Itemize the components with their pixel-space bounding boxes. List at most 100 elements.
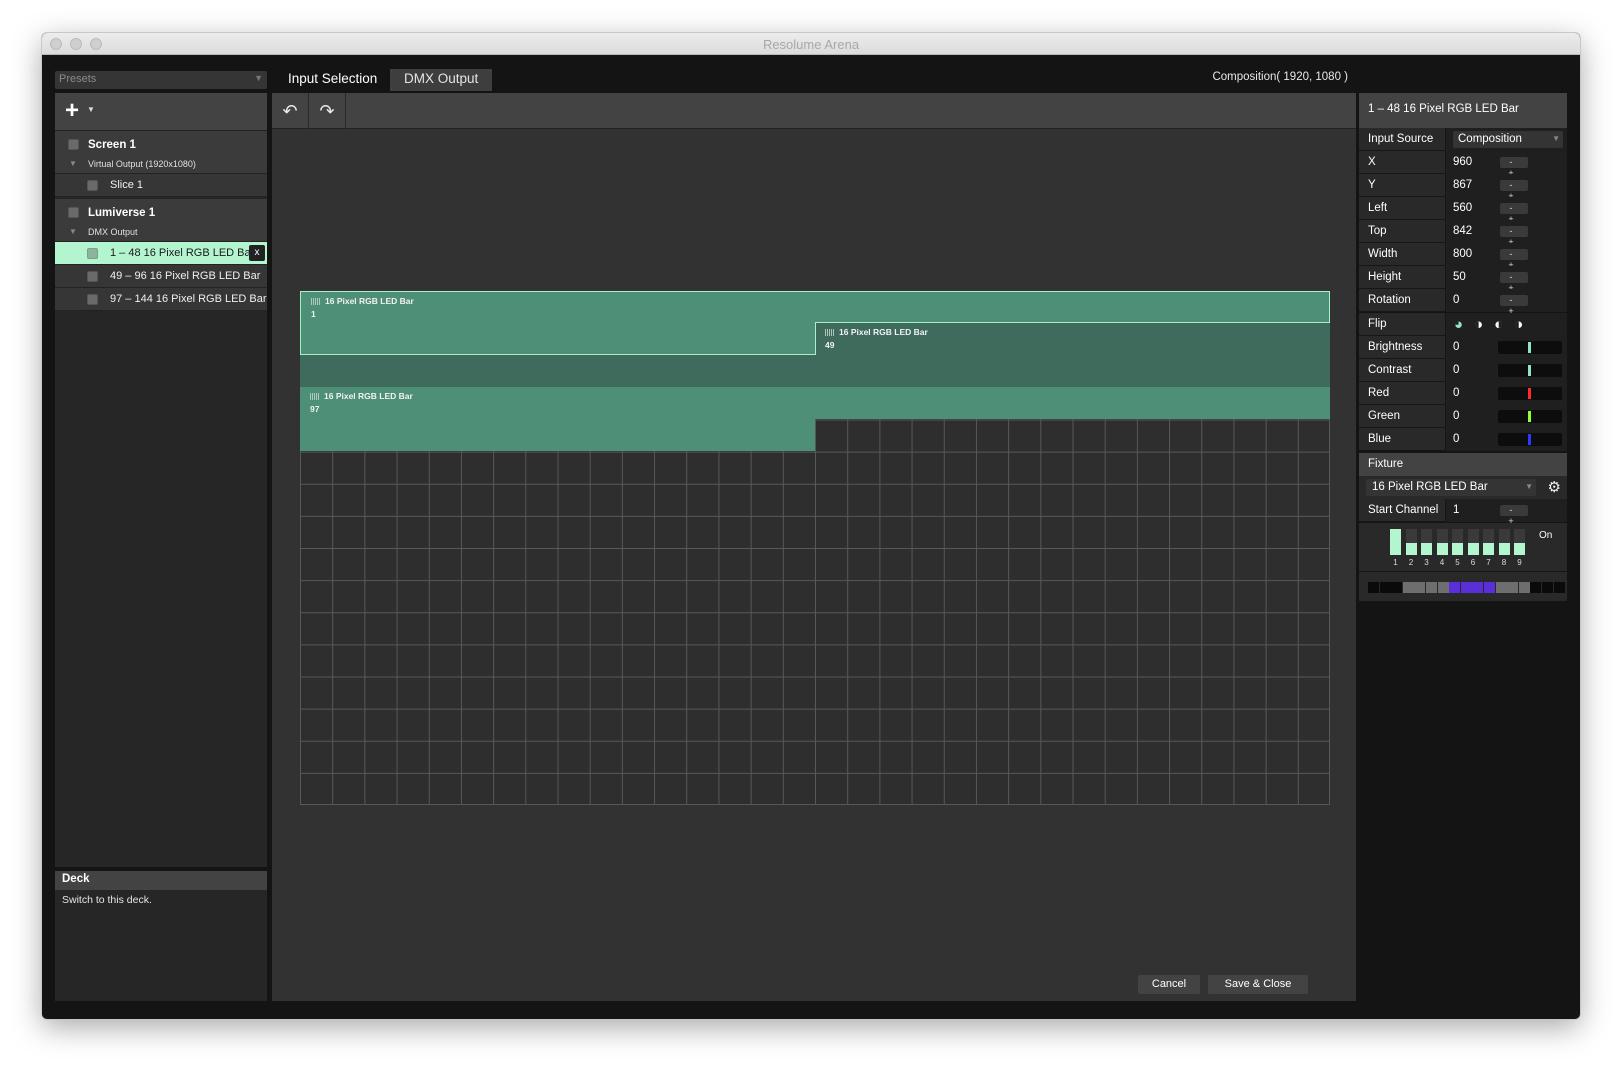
- undo-icon[interactable]: ↶: [272, 93, 309, 129]
- fixture-block-start: 49: [825, 340, 835, 350]
- adjust-value[interactable]: 0: [1453, 341, 1459, 353]
- selected-fixture-title: 1 – 48 16 Pixel RGB LED Bar: [1359, 93, 1567, 128]
- tab-dmx-output[interactable]: DMX Output: [390, 69, 493, 91]
- dmx-channel-bar[interactable]: [1452, 543, 1463, 555]
- adjust-value[interactable]: 0: [1453, 364, 1459, 376]
- param-stepper[interactable]: - +: [1500, 226, 1528, 247]
- dmx-channel-bar[interactable]: [1436, 543, 1448, 555]
- adjust-cell: 0: [1445, 428, 1567, 451]
- param-value[interactable]: 842: [1453, 225, 1472, 237]
- start-channel-row: Start Channel 1 - +: [1359, 499, 1567, 526]
- dmx-channel-bar[interactable]: [1421, 543, 1432, 555]
- start-channel-value[interactable]: 1: [1453, 504, 1459, 516]
- screen-checkbox[interactable]: [68, 139, 79, 150]
- adjust-row-contrast: Contrast 0: [1359, 359, 1567, 382]
- slider-thumb[interactable]: [1528, 388, 1531, 399]
- slice-checkbox[interactable]: [87, 180, 98, 191]
- dmx-channel-bar[interactable]: [1483, 543, 1494, 555]
- slider-thumb[interactable]: [1528, 342, 1531, 353]
- tree-item-fixture-2[interactable]: 49 – 96 16 Pixel RGB LED Bar: [55, 265, 267, 288]
- param-stepper[interactable]: - +: [1500, 295, 1528, 316]
- param-value[interactable]: 560: [1453, 202, 1472, 214]
- pixel-swatch: [1530, 582, 1542, 593]
- dmx-channel-bar[interactable]: [1467, 543, 1479, 555]
- tree-item-slice[interactable]: Slice 1: [55, 174, 267, 197]
- tree-item-fixture-1[interactable]: 1 – 48 16 Pixel RGB LED Bar x: [55, 242, 267, 265]
- fixture-block-97-tail[interactable]: [300, 419, 815, 451]
- expand-triangle-icon[interactable]: ▼: [69, 227, 77, 236]
- flip-none-icon[interactable]: ◕: [1454, 316, 1474, 333]
- flip-both-icon[interactable]: ◑: [1514, 316, 1534, 333]
- dmx-channel-bar[interactable]: [1498, 543, 1510, 555]
- fixture-block-label: 16 Pixel RGB LED Bar: [825, 327, 928, 337]
- fixture-properties-panel: 1 – 48 16 Pixel RGB LED Bar Input Source…: [1359, 93, 1567, 1001]
- fixture-block-1[interactable]: 16 Pixel RGB LED Bar 1: [300, 291, 1330, 323]
- adjust-value[interactable]: 0: [1453, 433, 1459, 445]
- tree-item-fixture-3[interactable]: 97 – 144 16 Pixel RGB LED Bar: [55, 288, 267, 311]
- start-channel-stepper[interactable]: - +: [1500, 505, 1528, 526]
- redo-icon[interactable]: ↷: [309, 93, 346, 129]
- input-source-dropdown[interactable]: Composition ▼: [1453, 131, 1563, 148]
- dmx-channel-bar[interactable]: [1514, 543, 1525, 555]
- param-value[interactable]: 960: [1453, 156, 1472, 168]
- remove-fixture-button[interactable]: x: [249, 245, 265, 261]
- param-stepper[interactable]: - +: [1500, 180, 1528, 201]
- presets-dropdown[interactable]: Presets ▼: [55, 71, 267, 89]
- fixture-checkbox[interactable]: [87, 294, 98, 305]
- pixel-swatch: [1414, 582, 1426, 593]
- fixture-block-start: 97: [310, 404, 320, 414]
- save-close-button[interactable]: Save & Close: [1208, 975, 1308, 994]
- add-icon[interactable]: +: [65, 99, 79, 123]
- deck-panel: Deck Switch to this deck.: [55, 871, 267, 1001]
- pixel-swatch: [1368, 582, 1379, 593]
- gear-icon[interactable]: ⚙: [1548, 478, 1561, 496]
- lumiverse-checkbox[interactable]: [68, 207, 79, 218]
- param-value[interactable]: 50: [1453, 271, 1466, 283]
- lumiverse-name: Lumiverse 1: [88, 207, 156, 219]
- slider-thumb[interactable]: [1528, 434, 1531, 445]
- fixture-checkbox[interactable]: [87, 271, 98, 282]
- adjust-cell: 0: [1445, 405, 1567, 428]
- adjust-slider[interactable]: [1498, 410, 1562, 423]
- param-value[interactable]: 800: [1453, 248, 1472, 260]
- param-label: Top: [1368, 225, 1387, 237]
- tree-group-lumiverse[interactable]: Lumiverse 1 ▼ DMX Output: [55, 199, 267, 242]
- adjust-slider[interactable]: [1498, 341, 1562, 354]
- slider-thumb[interactable]: [1528, 411, 1531, 422]
- dmx-channel-bar[interactable]: [1390, 529, 1401, 555]
- tree-toolbar: + ▼: [55, 93, 267, 131]
- fixture-block-1-tail[interactable]: [300, 322, 816, 355]
- expand-triangle-icon[interactable]: ▼: [69, 159, 77, 168]
- adjust-slider[interactable]: [1498, 433, 1562, 446]
- param-cell: 867 - +: [1445, 174, 1567, 201]
- param-stepper[interactable]: - +: [1500, 157, 1528, 178]
- adjust-value[interactable]: 0: [1453, 410, 1459, 422]
- param-row-left: Left 560 - +: [1359, 197, 1567, 224]
- param-cell: 50 - +: [1445, 266, 1567, 293]
- tab-input-selection[interactable]: Input Selection: [274, 69, 391, 91]
- tree-group-screen[interactable]: Screen 1 ▼ Virtual Output (1920x1080): [55, 131, 267, 174]
- chevron-down-icon[interactable]: ▼: [87, 105, 95, 114]
- led-bar-icon: [311, 298, 321, 305]
- fixture-block-97[interactable]: 16 Pixel RGB LED Bar 97: [300, 387, 1330, 419]
- dmx-channel-number: 9: [1517, 558, 1522, 567]
- param-stepper[interactable]: - +: [1500, 272, 1528, 293]
- cancel-button[interactable]: Cancel: [1138, 975, 1200, 994]
- dmx-channel-number: 1: [1393, 558, 1398, 567]
- param-stepper[interactable]: - +: [1500, 249, 1528, 270]
- slider-thumb[interactable]: [1528, 365, 1531, 376]
- dmx-canvas[interactable]: 16 Pixel RGB LED Bar 49 16 Pixel RGB LED…: [300, 291, 1330, 805]
- adjust-slider[interactable]: [1498, 387, 1562, 400]
- dmx-channel-bar[interactable]: [1405, 543, 1417, 555]
- fixture-section-title: Fixture: [1359, 453, 1567, 476]
- flip-vertical-icon[interactable]: ◐: [1494, 316, 1514, 333]
- param-value[interactable]: 867: [1453, 179, 1472, 191]
- fixture-type-dropdown[interactable]: 16 Pixel RGB LED Bar ▼: [1366, 479, 1536, 496]
- fixture-label: 97 – 144 16 Pixel RGB LED Bar: [110, 293, 267, 305]
- adjust-slider[interactable]: [1498, 364, 1562, 377]
- adjust-value[interactable]: 0: [1453, 387, 1459, 399]
- param-value[interactable]: 0: [1453, 294, 1459, 306]
- flip-horizontal-icon[interactable]: ◑: [1474, 316, 1494, 333]
- param-stepper[interactable]: - +: [1500, 203, 1528, 224]
- fixture-checkbox[interactable]: [87, 248, 98, 259]
